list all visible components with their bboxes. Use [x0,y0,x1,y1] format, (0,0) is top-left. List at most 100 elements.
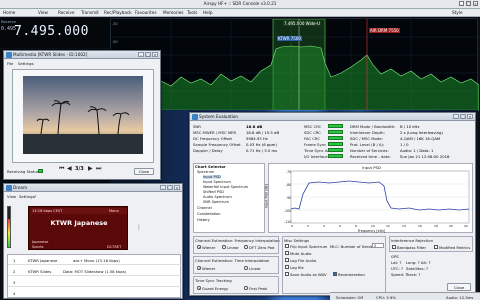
linear-radio[interactable] [222,245,226,249]
minimize-icon[interactable]: – [459,1,464,6]
close-icon[interactable]: × [473,1,478,6]
bandpass-filter-checkbox[interactable] [392,245,396,249]
main-frequency-display[interactable]: 7.495.000 [14,24,89,39]
frequency-marker-ktwr[interactable]: KTWR 7500 [277,36,302,41]
param-label: Received time - date: [350,154,391,159]
sysval-close-button[interactable]: Close [447,283,471,291]
time-wiener-radio[interactable] [197,266,201,270]
gps-long-label: Long: ? Alt: ? [406,260,431,265]
service-row-3[interactable]: 3 [8,277,182,287]
metric-label: SNR [193,124,201,129]
input-psd-chart: Input PSD -70 -80 -90 -100 -110 0 2 4 6 … [265,163,473,233]
tree-item-channel[interactable]: Channel [197,206,212,210]
menu-memories[interactable]: Memories [163,10,183,15]
time-linear-radio[interactable] [244,266,248,270]
log-file-label: Log file [290,265,304,270]
tree-item-snr-spectrum[interactable]: SNR Spectrum [203,200,229,204]
service-row-1[interactable]: 1 KTWR Japanese aac+ Mono (13.16 kbps) [8,255,182,265]
last-slide-icon[interactable]: ⏭ [96,165,101,173]
menu-receive[interactable]: Receive [58,10,74,15]
style-menu[interactable]: Style [452,10,463,15]
menu-help[interactable]: Help [203,10,213,15]
gps-utc-label: UTC: ? [391,266,404,271]
menu-rec-playback[interactable]: Rec/Playback [104,10,132,15]
menu-tools[interactable]: Tools [187,10,197,15]
next-slide-icon[interactable]: ▶ [88,165,93,172]
chart-selector-label: Chart Selector [195,164,226,169]
reverberation-label: Reverberation [338,272,365,277]
dream-station-display: 13:16 kbps CEST Mono KTWR Japanese Japan… [28,206,128,250]
tree-item-input-psd[interactable]: Input PSD [203,175,221,179]
time-sync-led [328,148,343,152]
menu-help[interactable]: ? [34,194,36,199]
param-value: 4-QAM / 16K 16-QAM [400,136,441,141]
previous-slide-icon[interactable]: ◀ [67,165,72,172]
log-file-audio-checkbox[interactable] [285,258,289,262]
io-interface-led [328,154,343,158]
close-icon[interactable]: × [467,114,473,119]
close-button[interactable]: Close [134,168,154,175]
mute-audio-checkbox[interactable] [285,251,289,255]
first-peak-radio[interactable] [244,286,248,290]
menu-settings[interactable]: Settings [19,194,35,199]
param-label: SDC / MSC Mode: [350,136,383,141]
log-file-checkbox[interactable] [285,265,289,269]
maximize-icon[interactable]: □ [466,1,471,6]
system-evaluation-window: System Evaluation – □ × SNR 18.8 dB MSC … [189,112,476,296]
first-slide-icon[interactable]: ⏮ [59,165,64,173]
tree-item-input-spectrum[interactable]: Input Spectrum [203,180,231,184]
minimize-icon[interactable]: – [453,114,459,119]
time-linear-label: Linear [249,266,261,271]
mlc-iterations-select[interactable]: 2 [372,243,384,248]
minimize-icon[interactable]: – [160,185,166,190]
menu-bar: Home View Receive Transmit Rec/Playback … [0,9,480,17]
close-icon[interactable]: × [152,52,158,57]
display-station-name: KTWR Japanese [50,219,108,227]
tree-item-audio-spectrum[interactable]: Audio Spectrum [203,195,232,199]
service-name: KTWR Slides [28,269,52,274]
cpu-status: CPU: 3.9% [376,295,396,300]
spectrum-display[interactable]: -30 -50 -70 -90 -110 7.495.000 Wide-U KT… [110,18,479,111]
dft-zero-pad-radio[interactable] [244,245,248,249]
status-bar: Scheduler: Off CPU: 3.9% Audio: 12.5ms [330,292,480,300]
menu-home[interactable]: Home [3,10,15,15]
receiving-status-led [38,169,43,173]
flip-input-checkbox[interactable] [285,244,289,248]
reverberation-checkbox[interactable] [333,272,337,276]
minimize-icon[interactable]: – [138,52,144,57]
x-tick: 14 [402,224,406,228]
service-row-2[interactable]: 2 KTWR Slides Data: MOT Slideshow (1.58 … [8,266,182,276]
sysval-title: System Evaluation [190,113,475,121]
multimedia-title: Multimedia [KTWR Slides - ID:1002] [4,51,160,59]
tree-item-waterfall[interactable]: Waterfall Input Spectrum [203,185,248,189]
maximize-icon[interactable]: □ [167,185,173,190]
x-tick: 12 [386,224,390,228]
menu-favourites[interactable]: Favourites [135,10,157,15]
modified-metrics-checkbox[interactable] [434,245,438,249]
tree-item-spectrum[interactable]: Spectrum [197,170,214,174]
tree-item-shifted-psd[interactable]: Shifted PSD [203,190,224,194]
x-tick: 10 [371,224,375,228]
tree-item-constellation[interactable]: Constellation [197,212,221,216]
interference-group: Interference Rejection Bandpass Filter M… [389,236,473,252]
menu-view[interactable]: View [38,10,48,15]
save-wav-checkbox[interactable] [285,272,289,276]
service-row-4[interactable]: 4 [8,288,182,298]
menu-transmit[interactable]: Transmit [81,10,99,15]
menu-file[interactable]: File [7,61,13,66]
menu-settings[interactable]: Settings [18,61,34,66]
crc-label: FAC CRC [304,136,320,141]
gps-speed-label: Speed: ? [391,272,408,277]
chart-selector: Chart Selector Spectrum Input PSD Input … [193,163,265,233]
wiener-radio[interactable] [197,245,201,249]
menu-view[interactable]: View [7,194,16,199]
multimedia-window: Multimedia [KTWR Slides - ID:1002] – □ ×… [3,50,161,180]
frequency-marker-air[interactable]: AIR DRM 7550 [369,28,400,33]
guard-energy-radio[interactable] [197,286,201,290]
tree-item-history[interactable]: History [197,218,210,222]
close-icon[interactable]: × [174,185,180,190]
frequency-marker-main[interactable]: 7.495.000 Wide-U [283,21,321,26]
options-dots-icon[interactable]: ⋮ [136,224,142,231]
maximize-icon[interactable]: □ [460,114,466,119]
maximize-icon[interactable]: □ [145,52,151,57]
